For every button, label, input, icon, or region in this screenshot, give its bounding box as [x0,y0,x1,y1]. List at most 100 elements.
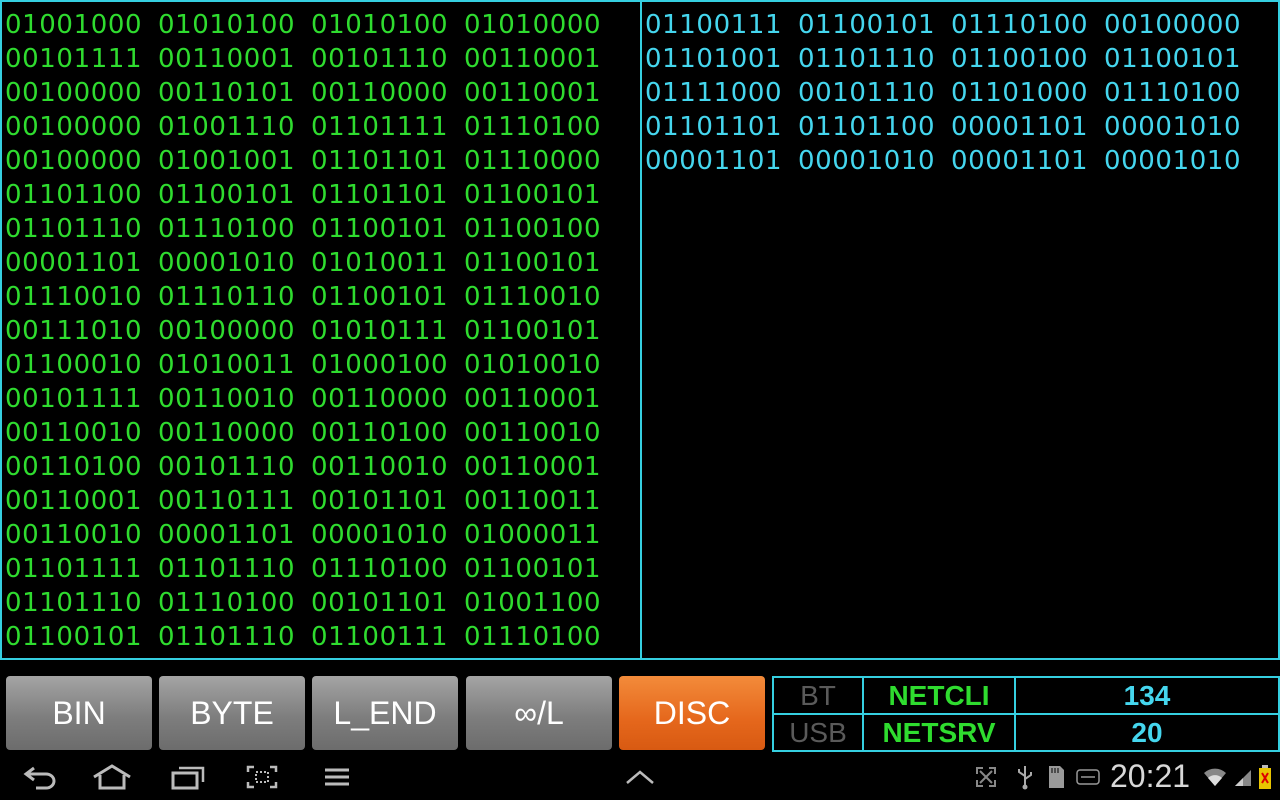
chevron-up-icon[interactable] [622,762,658,792]
right-pane-byte: 01110100 [1104,78,1242,108]
left-data-pane[interactable]: 01001000 01010100 01010100 01010000 00101111… [0,0,642,660]
left-pane-row: 00110010 00110000 00110100 00110010 [5,416,617,450]
left-pane-byte: 01010011 [158,350,296,380]
left-pane-byte: 01100101 [158,180,296,210]
right-pane-byte: 00001101 [645,146,783,176]
right-pane-byte: 00001010 [1104,146,1242,176]
right-pane-byte: 00100000 [1104,10,1242,40]
left-pane-byte: 00110100 [5,452,143,482]
left-pane-byte: 01110100 [311,554,449,584]
left-pane-row: 00110100 00101110 00110010 00110001 [5,450,617,484]
usb-mode-toggle[interactable]: USB [774,715,862,750]
left-pane-byte: 01101101 [311,146,449,176]
sd-card-icon [1044,762,1068,792]
left-pane-byte: 00101111 [5,384,143,414]
usb-icon [1014,762,1036,792]
left-pane-byte: 00111010 [5,316,143,346]
left-pane-byte: 01100101 [464,180,602,210]
left-pane-byte: 00110001 [464,384,602,414]
left-pane-byte: 01101101 [311,180,449,210]
connection-status-grid: BT USB NETCLI NETSRV 134 20 [772,676,1280,752]
left-pane-byte: 01010011 [311,248,449,278]
recent-apps-icon[interactable] [168,762,208,792]
left-pane-byte: 01100101 [311,214,449,244]
right-pane-byte: 01101110 [798,44,936,74]
left-pane-byte: 00110001 [5,486,143,516]
left-pane-byte: 00001101 [158,520,296,550]
left-pane-byte: 00110111 [158,486,296,516]
left-pane-byte: 01110100 [158,588,296,618]
left-pane-byte: 01110000 [464,146,602,176]
fullscreen-icon [972,762,1000,792]
left-pane-byte: 00101110 [311,44,449,74]
right-pane-row: 00001101 00001010 00001101 00001010 [645,144,1257,178]
byte-button[interactable]: BYTE [159,676,305,750]
signal-icon [1232,762,1254,792]
right-pane-byte: 01101000 [951,78,1089,108]
right-data-pane[interactable]: 01100111 01100101 01110100 00100000 01101001… [640,0,1280,660]
left-pane-byte: 00101111 [5,44,143,74]
left-pane-byte: 00101101 [311,486,449,516]
left-pane-byte: 01101110 [158,554,296,584]
left-pane-row: 00001101 00001010 01010011 01100101 [5,246,617,280]
left-pane-byte: 01001001 [158,146,296,176]
left-pane-byte: 01110100 [158,214,296,244]
disconnect-button[interactable]: DISC [619,676,765,750]
left-pane-byte: 01100101 [464,316,602,346]
right-pane-byte: 01100100 [951,44,1089,74]
back-icon[interactable] [20,762,60,792]
control-bar: BIN BYTE L_END ∞/L DISC BT USB NETCLI NE… [0,662,1280,754]
right-pane-byte: 00001010 [798,146,936,176]
right-pane-byte: 01111000 [645,78,783,108]
left-pane-byte: 01000100 [311,350,449,380]
left-pane-byte: 01101110 [5,588,143,618]
home-icon[interactable] [90,762,134,792]
left-pane-byte: 01010010 [464,350,602,380]
right-pane-byte: 01100101 [1104,44,1242,74]
infinity-line-button[interactable]: ∞/L [466,676,612,750]
left-pane-row: 00101111 00110010 00110000 00110001 [5,382,617,416]
left-pane-row: 01101100 01100101 01101101 01100101 [5,178,617,212]
left-pane-byte: 01110010 [5,282,143,312]
left-pane-byte: 01001100 [464,588,602,618]
battery-icon [1256,762,1274,792]
left-pane-byte: 00110010 [158,384,296,414]
left-pane-byte: 00110000 [311,78,449,108]
right-pane-byte: 01101101 [645,112,783,142]
netsrv-mode-label[interactable]: NETSRV [864,715,1014,750]
netsrv-byte-count: 20 [1131,716,1163,748]
left-pane-byte: 00110101 [158,78,296,108]
left-pane-row: 01001000 01010100 01010100 01010000 [5,8,617,42]
left-pane-byte: 01110110 [158,282,296,312]
left-pane-byte: 01100010 [5,350,143,380]
left-pane-byte: 00100000 [5,112,143,142]
right-pane-byte: 01101100 [798,112,936,142]
l-end-button[interactable]: L_END [312,676,458,750]
left-pane-byte: 00101101 [311,588,449,618]
right-pane-byte: 00101110 [798,78,936,108]
left-pane-byte: 01000011 [464,520,602,550]
left-pane-byte: 01110010 [464,282,602,312]
left-pane-byte: 00110011 [464,486,602,516]
bin-button[interactable]: BIN [6,676,152,750]
right-pane-row: 01100111 01100101 01110100 00100000 [645,8,1257,42]
netcli-mode-label[interactable]: NETCLI [864,678,1014,713]
left-pane-byte: 01010100 [311,10,449,40]
right-pane-byte: 00001010 [1104,112,1242,142]
left-pane-byte: 00001101 [5,248,143,278]
left-pane-byte: 01100101 [464,248,602,278]
left-pane-row: 01100010 01010011 01000100 01010010 [5,348,617,382]
left-pane-byte: 01101111 [311,112,449,142]
left-pane-byte: 01100101 [311,282,449,312]
bt-mode-toggle[interactable]: BT [774,678,862,713]
left-pane-byte: 01100100 [464,214,602,244]
screenshot-icon[interactable] [244,762,280,792]
menu-icon[interactable] [320,762,354,792]
left-pane-row: 00111010 00100000 01010111 01100101 [5,314,617,348]
right-pane-byte: 01100101 [798,10,936,40]
wifi-icon [1202,762,1228,792]
left-pane-byte: 00110010 [311,452,449,482]
left-pane-byte: 00101110 [158,452,296,482]
left-pane-byte: 00110000 [158,418,296,448]
left-pane-row: 00100000 01001110 01101111 01110100 [5,110,617,144]
